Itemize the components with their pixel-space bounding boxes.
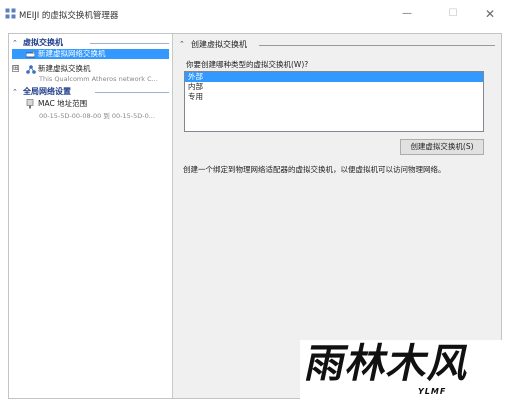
maximize-button[interactable]: ☐ [438,4,468,24]
network-card-icon [26,99,34,109]
title-bar: MEIJI 的虚拟交换机管理器 — ☐ ✕ [0,0,508,28]
tree-item-label: 新建虚拟交换机 [38,64,91,73]
window-title: MEIJI 的虚拟交换机管理器 [19,11,119,21]
network-switch-icon [26,65,36,74]
switch-type-description: 创建一个绑定到物理网络适配器的虚拟交换机，以便虚拟机可以访问物理网络。 [183,165,446,174]
tree-item-subtitle: 00-15-5D-00-08-00 到 00-15-5D-0... [39,112,155,120]
collapse-chevron-icon[interactable]: ⌃ [12,87,18,97]
switch-type-prompt: 你要创建哪种类型的虚拟交换机(W)? [186,60,309,69]
section-title: 全局网络设置 [23,87,71,96]
header-divider [259,45,495,46]
section-divider [90,43,169,44]
create-switch-header[interactable]: ⌃ 创建虚拟交换机 [179,39,497,51]
tree-item-new-switch[interactable]: 新建虚拟网络交换机 [12,49,169,59]
option-private[interactable]: 专用 [185,92,483,102]
tree-item-label: 新建虚拟网络交换机 [38,49,106,58]
navigation-pane: ⌃ 虚拟交换机 新建虚拟网络交换机 ⊞ 新建虚拟交换机 This Qualcom… [9,34,173,398]
watermark-logo: 雨林木风 YLMF [300,340,508,404]
watermark-subtext: YLMF [418,387,447,396]
collapse-chevron-icon[interactable]: ⌃ [179,40,185,48]
switch-manager-icon [5,8,16,19]
option-external[interactable]: 外部 [185,72,483,82]
minimize-button[interactable]: — [392,4,422,24]
switch-type-listbox[interactable]: 外部 内部 专用 [184,71,484,132]
section-title: 虚拟交换机 [23,38,63,47]
section-divider [95,92,169,93]
tree-item-label: MAC 地址范围 [38,99,88,108]
close-button[interactable]: ✕ [475,4,505,24]
option-internal[interactable]: 内部 [185,82,483,92]
collapse-chevron-icon[interactable]: ⌃ [12,38,18,48]
tree-item-subtitle: This Qualcomm Atheros network C... [39,75,158,83]
header-title: 创建虚拟交换机 [191,40,247,49]
expand-toggle-icon[interactable]: ⊞ [12,65,19,72]
create-switch-button[interactable]: 创建虚拟交换机(S) [400,139,484,155]
watermark-text: 雨林木风 [301,340,476,387]
new-switch-icon [26,50,35,58]
